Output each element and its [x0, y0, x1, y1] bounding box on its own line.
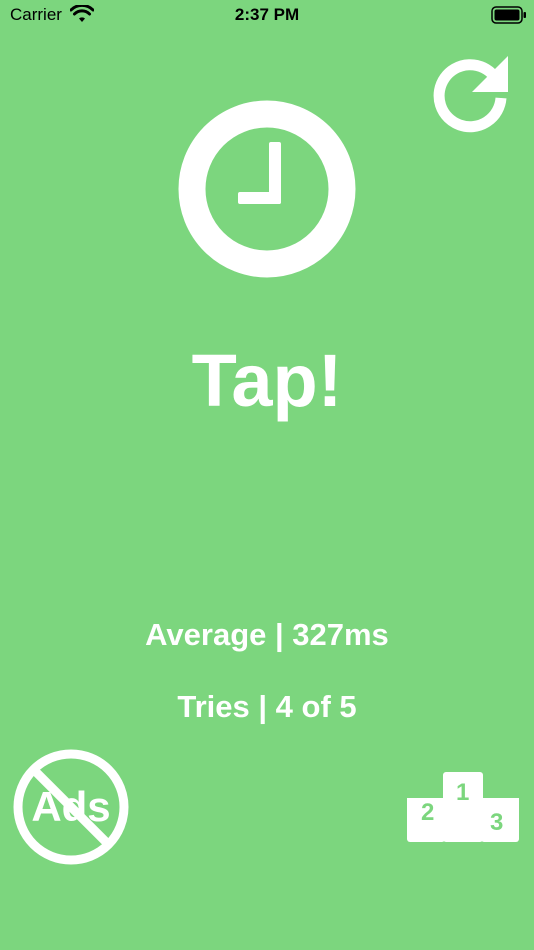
- average-time-label: Average | 327ms: [145, 617, 389, 652]
- battery-icon: [491, 6, 526, 24]
- no-ads-label: Ads: [31, 783, 111, 830]
- game-screen[interactable]: Carrier 2:37 PM Tap! Average | 327ms Tri…: [0, 0, 534, 950]
- status-bar: Carrier 2:37 PM: [0, 0, 534, 30]
- podium-third-place: 3: [490, 809, 504, 836]
- no-ads-button[interactable]: Ads: [12, 748, 130, 866]
- clock-icon: [178, 100, 356, 278]
- tap-prompt: Tap!: [191, 339, 343, 422]
- podium-second-place: 2: [421, 799, 435, 826]
- tries-label: Tries | 4 of 5: [177, 689, 357, 724]
- leaderboard-button[interactable]: 1 2 3: [405, 770, 521, 844]
- podium-first-place: 1: [456, 779, 470, 806]
- restart-icon: [433, 56, 508, 133]
- restart-button[interactable]: [428, 52, 512, 136]
- status-time: 2:37 PM: [234, 5, 300, 24]
